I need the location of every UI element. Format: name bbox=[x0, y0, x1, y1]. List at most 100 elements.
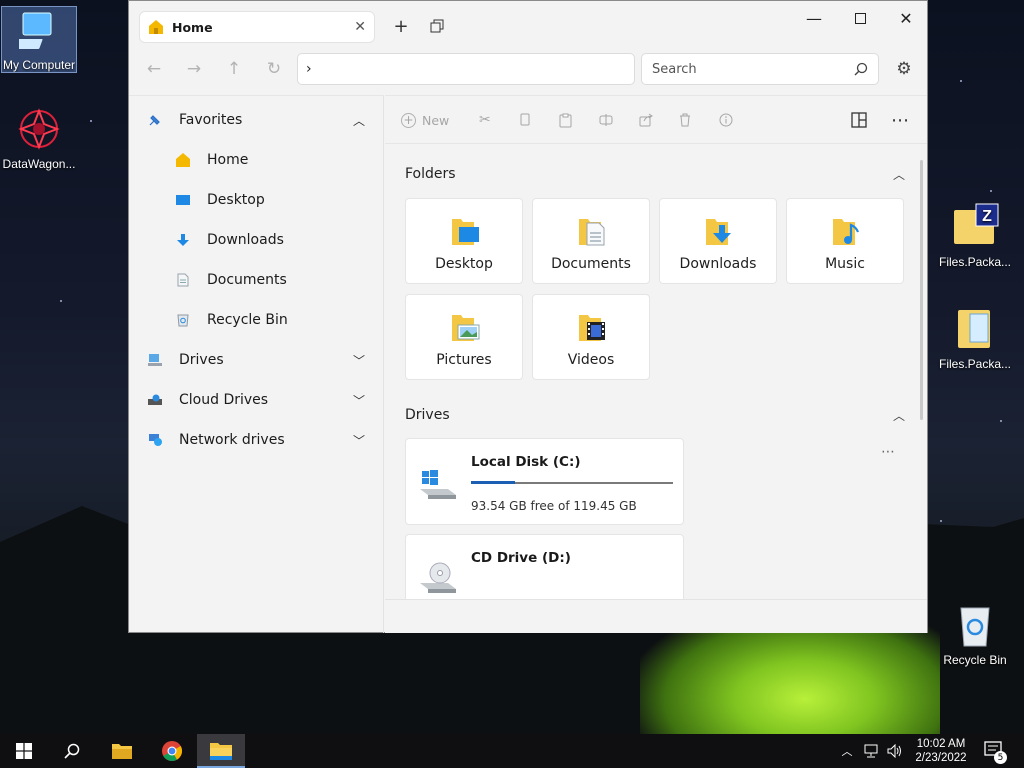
desktop-icon-files-package-1[interactable]: Z Files.Packa... bbox=[937, 202, 1013, 269]
taskbar-file-explorer[interactable] bbox=[98, 734, 146, 768]
trash-icon bbox=[680, 113, 690, 127]
close-tab-icon[interactable]: ✕ bbox=[354, 19, 366, 35]
sidebar-item-downloads[interactable]: Downloads bbox=[129, 220, 383, 260]
navigation-bar: ← → ↑ ↻ › Search ⚙ bbox=[129, 53, 927, 87]
drive-free-space: 93.54 GB free of 119.45 GB bbox=[471, 499, 637, 513]
folder-card-desktop[interactable]: Desktop bbox=[405, 198, 523, 284]
chrome-icon bbox=[162, 741, 183, 761]
new-tab-button[interactable]: + bbox=[387, 11, 415, 41]
more-options-button[interactable]: ⋯ bbox=[891, 110, 909, 131]
tab-home[interactable]: Home ✕ bbox=[139, 11, 375, 43]
folder-card-downloads[interactable]: Downloads bbox=[659, 198, 777, 284]
cloud-drive-icon bbox=[147, 392, 163, 408]
share-button[interactable] bbox=[639, 110, 653, 130]
network-tray-icon[interactable] bbox=[862, 734, 882, 768]
up-button[interactable]: ↑ bbox=[219, 53, 249, 85]
recycle-bin-icon bbox=[175, 312, 191, 328]
drive-card-local-disk[interactable]: Local Disk (C:) 93.54 GB free of 119.45 … bbox=[405, 438, 684, 525]
clock-time: 10:02 AM bbox=[916, 738, 966, 750]
volume-tray-icon[interactable] bbox=[884, 734, 906, 768]
forward-button[interactable]: → bbox=[179, 53, 209, 85]
layout-button[interactable] bbox=[851, 110, 867, 130]
search-input[interactable]: Search bbox=[641, 53, 879, 85]
maximize-button[interactable] bbox=[837, 1, 883, 35]
duplicate-icon bbox=[430, 19, 444, 33]
settings-button[interactable]: ⚙ bbox=[889, 53, 919, 85]
search-icon bbox=[854, 62, 868, 76]
music-folder-icon bbox=[833, 219, 860, 245]
folder-card-documents[interactable]: Documents bbox=[532, 198, 650, 284]
sidebar-item-drives[interactable]: Drives ﹀ bbox=[129, 340, 383, 380]
scissors-icon: ✂ bbox=[479, 112, 491, 128]
paste-button[interactable] bbox=[559, 110, 572, 130]
taskbar-clock[interactable]: 10:02 AM 2/23/2022 bbox=[910, 737, 972, 765]
status-bar bbox=[385, 599, 927, 633]
rename-button[interactable] bbox=[599, 110, 613, 130]
windows-logo-icon bbox=[16, 743, 32, 759]
folder-label: Music bbox=[825, 256, 865, 272]
chevron-down-icon[interactable]: ﹀ bbox=[353, 432, 365, 449]
chevron-up-icon[interactable]: ︿ bbox=[893, 407, 905, 424]
taskbar-files-app[interactable] bbox=[197, 734, 245, 768]
drive-more-options-icon[interactable]: ⋯ bbox=[881, 444, 895, 460]
chevron-down-icon[interactable]: ﹀ bbox=[353, 352, 365, 369]
vertical-scrollbar[interactable] bbox=[920, 160, 923, 420]
desktop-icon-files-package-2[interactable]: Files.Packa... bbox=[937, 304, 1013, 371]
refresh-button[interactable]: ↻ bbox=[259, 53, 289, 85]
sidebar-item-favorites[interactable]: Favorites ︿ bbox=[129, 100, 383, 140]
home-icon bbox=[149, 20, 163, 34]
sidebar-item-network-drives[interactable]: Network drives ﹀ bbox=[129, 420, 383, 460]
back-button[interactable]: ← bbox=[139, 53, 169, 85]
copy-button[interactable] bbox=[519, 110, 531, 130]
sidebar-item-label: Downloads bbox=[207, 232, 284, 248]
cut-button[interactable]: ✂ bbox=[479, 110, 491, 130]
layout-icon bbox=[851, 112, 867, 128]
folder-card-pictures[interactable]: Pictures bbox=[405, 294, 523, 380]
delete-button[interactable] bbox=[679, 110, 691, 130]
arrow-left-icon: ← bbox=[146, 59, 162, 79]
desktop-icon-datawagon[interactable]: DataWagon... bbox=[1, 106, 77, 171]
address-bar[interactable]: › bbox=[297, 53, 635, 85]
desktop-icon-label: Recycle Bin bbox=[943, 653, 1007, 667]
duplicate-tab-button[interactable] bbox=[423, 11, 451, 41]
chevron-up-icon[interactable]: ︿ bbox=[893, 166, 905, 183]
computer-icon bbox=[13, 12, 52, 49]
folder-card-music[interactable]: Music bbox=[786, 198, 904, 284]
desktop-icon-my-computer[interactable]: My Computer bbox=[1, 6, 77, 73]
package-folder-icon bbox=[958, 310, 990, 348]
minimize-button[interactable]: — bbox=[791, 1, 837, 35]
close-window-button[interactable]: ✕ bbox=[883, 1, 929, 35]
chevron-down-icon[interactable]: ﹀ bbox=[353, 392, 365, 409]
search-taskbar-button[interactable] bbox=[48, 734, 96, 768]
cd-drive-icon bbox=[420, 562, 456, 593]
svg-text:Z: Z bbox=[982, 208, 992, 225]
copy-icon bbox=[520, 113, 530, 126]
downloads-folder-icon bbox=[706, 219, 731, 245]
desktop-icon-recycle-bin[interactable]: Recycle Bin bbox=[937, 602, 1013, 667]
sidebar-item-home[interactable]: Home bbox=[129, 140, 383, 180]
drive-name: Local Disk (C:) bbox=[471, 454, 581, 470]
desktop-icon-label: My Computer bbox=[2, 58, 76, 72]
sidebar-item-desktop[interactable]: Desktop bbox=[129, 180, 383, 220]
sidebar-item-label: Network drives bbox=[179, 432, 285, 448]
folder-card-videos[interactable]: Videos bbox=[532, 294, 650, 380]
taskbar-chrome[interactable] bbox=[148, 734, 196, 768]
properties-button[interactable] bbox=[719, 110, 733, 130]
sidebar-item-label: Home bbox=[207, 152, 249, 168]
arrow-up-icon: ↑ bbox=[226, 59, 242, 79]
rename-icon bbox=[599, 114, 613, 126]
sidebar-item-documents[interactable]: Documents bbox=[129, 260, 383, 300]
show-hidden-icons-button[interactable]: ︿ bbox=[838, 734, 856, 768]
folder-label: Videos bbox=[567, 352, 615, 368]
chevron-up-icon: ︿ bbox=[841, 745, 853, 758]
sidebar-item-recycle-bin[interactable]: Recycle Bin bbox=[129, 300, 383, 340]
notifications-button[interactable]: 5 bbox=[980, 734, 1010, 768]
zip-folder-icon: Z bbox=[954, 203, 999, 244]
chevron-up-icon[interactable]: ︿ bbox=[353, 112, 365, 129]
sidebar-item-label: Favorites bbox=[179, 112, 243, 128]
start-button[interactable] bbox=[0, 734, 48, 768]
new-button[interactable]: + New bbox=[401, 110, 449, 130]
sidebar-item-cloud-drives[interactable]: Cloud Drives ﹀ bbox=[129, 380, 383, 420]
sidebar-item-label: Cloud Drives bbox=[179, 392, 269, 408]
document-icon bbox=[175, 272, 191, 288]
